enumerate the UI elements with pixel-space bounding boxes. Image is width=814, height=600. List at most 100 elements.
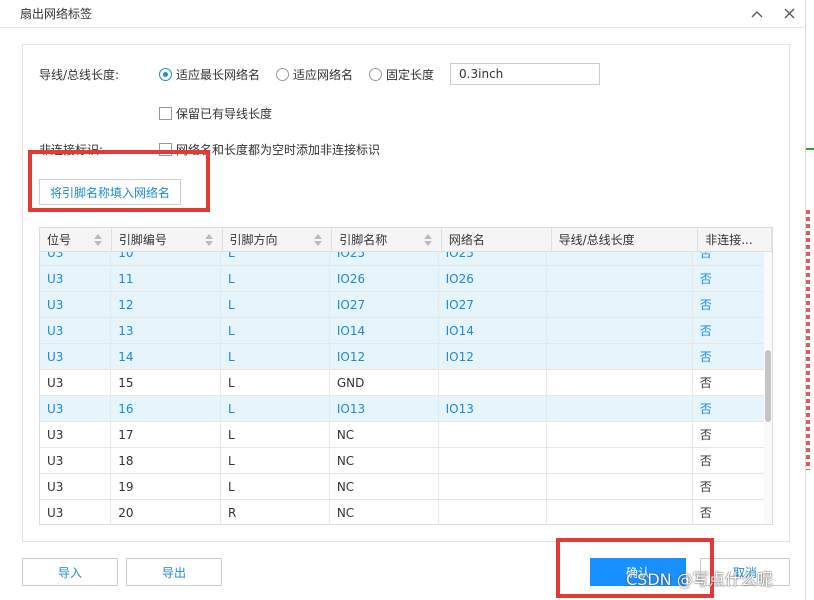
- header-label: 非连接...: [705, 233, 753, 247]
- table-cell: 12: [111, 292, 222, 317]
- header-label: 网络名: [448, 233, 485, 247]
- table-cell: L: [221, 292, 330, 317]
- table-cell: [439, 500, 548, 524]
- table-row[interactable]: U3 12 L IO27 IO27 否: [40, 292, 766, 318]
- table-cell: 17: [111, 422, 222, 447]
- table-row[interactable]: U3 16 L IO13 IO13 否: [40, 396, 766, 422]
- table-row[interactable]: U3 20 R NC 否: [40, 500, 766, 524]
- table-cell: R: [221, 500, 330, 524]
- table-cell: 否: [693, 422, 766, 447]
- header-label: 导线/总线长度: [558, 233, 635, 247]
- table-cell: NC: [330, 448, 439, 473]
- close-button[interactable]: [773, 0, 805, 28]
- table-cell: 20: [111, 500, 222, 524]
- table-row[interactable]: U3 17 L NC 否: [40, 422, 766, 448]
- table-cell: IO12: [330, 344, 439, 369]
- keep-length-row: 保留已有导线长度: [159, 105, 272, 122]
- header-designator[interactable]: 位号: [40, 228, 112, 251]
- table-cell: U3: [40, 396, 112, 421]
- table-cell: U3: [40, 266, 112, 291]
- table-cell: U3: [40, 292, 112, 317]
- sort-icon[interactable]: [423, 234, 433, 246]
- table-cell: 否: [693, 474, 766, 499]
- table-cell: 否: [693, 448, 766, 473]
- table-cell: GND: [330, 370, 439, 395]
- no-connect-row: 非连接标识: 网络名和长度都为空时添加非连接标识: [39, 141, 380, 158]
- table-cell: U3: [40, 370, 112, 395]
- table-cell: NC: [330, 500, 439, 524]
- table-cell: IO14: [330, 318, 439, 343]
- table-cell: IO26: [439, 266, 548, 291]
- scrollbar-thumb[interactable]: [765, 350, 771, 422]
- pin-table-header: 位号 引脚编号 引脚方向 引脚名称 网络名 导线/总线长度 非连接...: [40, 228, 772, 252]
- table-row[interactable]: U3 11 L IO26 IO26 否: [40, 266, 766, 292]
- radio-label: 适应最长网络名: [176, 67, 261, 82]
- table-cell: [547, 344, 693, 369]
- radio-unchecked-icon: [369, 67, 383, 81]
- table-cell: U3: [40, 474, 112, 499]
- table-row[interactable]: U3 13 L IO14 IO14 否: [40, 318, 766, 344]
- table-row[interactable]: U3 18 L NC 否: [40, 448, 766, 474]
- table-cell: [439, 370, 548, 395]
- table-cell: IO13: [330, 396, 439, 421]
- checkbox-label: 保留已有导线长度: [176, 107, 273, 121]
- table-cell: 19: [111, 474, 222, 499]
- header-label: 引脚编号: [118, 233, 167, 247]
- table-cell: 14: [111, 344, 222, 369]
- table-cell: U3: [40, 344, 112, 369]
- table-cell: NC: [330, 474, 439, 499]
- add-no-connect-checkbox[interactable]: 网络名和长度都为空时添加非连接标识: [159, 141, 380, 158]
- table-cell: [547, 370, 693, 395]
- table-cell: [547, 474, 693, 499]
- import-button[interactable]: 导入: [22, 558, 118, 586]
- table-cell: 否: [693, 500, 766, 524]
- header-pin-number[interactable]: 引脚编号: [112, 228, 223, 251]
- keep-wire-length-checkbox[interactable]: 保留已有导线长度: [159, 105, 272, 122]
- header-pin-name[interactable]: 引脚名称: [332, 228, 442, 251]
- table-cell: [439, 474, 548, 499]
- close-icon: [784, 8, 794, 19]
- table-cell: 否: [693, 292, 766, 317]
- table-row[interactable]: U3 14 L IO12 IO12 否: [40, 344, 766, 370]
- header-wire-length[interactable]: 导线/总线长度: [552, 228, 699, 251]
- radio-fixed-length[interactable]: 固定长度: [369, 66, 434, 83]
- wire-length-row: 导线/总线长度: 适应最长网络名 适应网络名 固定长度: [39, 63, 601, 85]
- table-cell: [547, 500, 693, 524]
- table-cell: IO14: [439, 318, 548, 343]
- radio-checked-icon: [159, 67, 172, 81]
- table-cell: U3: [40, 448, 112, 473]
- table-row[interactable]: U3 15 L GND 否: [40, 370, 766, 396]
- table-cell: L: [221, 318, 330, 343]
- table-cell: [547, 292, 693, 317]
- dialog-content: 导线/总线长度: 适应最长网络名 适应网络名 固定长度 保留已有导线长度 非连接…: [22, 44, 790, 542]
- fixed-length-input[interactable]: [450, 63, 601, 85]
- sort-icon[interactable]: [204, 234, 214, 246]
- header-net-name[interactable]: 网络名: [442, 228, 552, 251]
- table-cell: [547, 318, 693, 343]
- sort-icon[interactable]: [93, 234, 103, 246]
- table-row[interactable]: U3 19 L NC 否: [40, 474, 766, 500]
- header-label: 引脚方向: [229, 233, 278, 247]
- table-cell: [547, 266, 693, 291]
- table-cell: U3: [40, 318, 112, 343]
- sort-icon[interactable]: [313, 234, 323, 246]
- header-no-connect[interactable]: 非连接...: [698, 228, 772, 251]
- table-scrollbar[interactable]: [764, 252, 772, 524]
- collapse-button[interactable]: [741, 0, 773, 28]
- table-cell: L: [221, 266, 330, 291]
- watermark-text: CSDN @写点什么呢: [626, 570, 773, 589]
- radio-label: 适应网络名: [293, 67, 354, 82]
- radio-fit-net-name[interactable]: 适应网络名: [276, 66, 353, 83]
- table-cell: L: [221, 474, 330, 499]
- table-cell: L: [221, 396, 330, 421]
- fill-pin-name-button[interactable]: 将引脚名称填入网络名: [39, 179, 182, 205]
- header-pin-direction[interactable]: 引脚方向: [223, 228, 333, 251]
- export-button[interactable]: 导出: [126, 558, 222, 586]
- no-connect-label: 非连接标识:: [39, 143, 104, 157]
- table-cell: IO26: [330, 266, 439, 291]
- table-cell: IO12: [439, 344, 548, 369]
- checkbox-unchecked-icon: [159, 143, 172, 156]
- radio-fit-longest-net[interactable]: 适应最长网络名: [159, 66, 260, 83]
- pin-table: U3 10 L IO25 IO25 否 U3 11 L IO26 IO26 否 U3 12 L IO27 IO2…: [39, 227, 773, 525]
- header-label: 位号: [47, 233, 72, 247]
